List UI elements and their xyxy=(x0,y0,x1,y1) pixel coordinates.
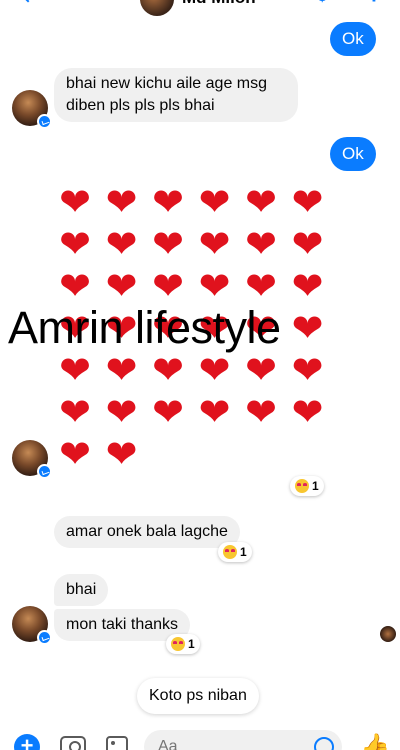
sender-avatar[interactable] xyxy=(12,90,52,129)
seen-indicator-avatar xyxy=(380,626,396,642)
reaction-count: 1 xyxy=(240,545,247,559)
sender-avatar[interactable] xyxy=(12,440,52,479)
watermark-text: Amrin lifestyle xyxy=(8,302,281,353)
contact-name[interactable]: Md Milon xyxy=(182,0,256,8)
contact-avatar[interactable] xyxy=(140,0,174,16)
heart-emoji-icon: ❤ xyxy=(198,180,231,224)
incoming-message-bubble[interactable]: bhai xyxy=(54,574,109,606)
quick-reply-suggestion[interactable]: Koto ps niban xyxy=(137,678,259,714)
heart-emoji-icon: ❤ xyxy=(105,222,138,266)
more-options-icon[interactable]: ⋮ xyxy=(366,0,382,6)
messenger-badge-icon xyxy=(37,114,52,129)
heart-emoji-icon: ❤ xyxy=(152,348,184,392)
incoming-message-bubble[interactable]: amar onek bala lagche xyxy=(54,516,240,548)
heart-emoji-icon: ❤ xyxy=(152,222,184,266)
heart-eyes-emoji-icon xyxy=(171,637,185,651)
messenger-badge-icon xyxy=(37,464,52,479)
heart-emoji-icon: ❤ xyxy=(105,390,138,434)
outgoing-message-bubble[interactable]: Ok xyxy=(330,137,376,171)
chat-header: Md Milon $ ⋮ xyxy=(0,0,400,16)
heart-emoji-icon: ❤ xyxy=(105,348,138,392)
heart-emoji-icon: ❤ xyxy=(105,180,138,224)
message-input-container[interactable] xyxy=(144,730,342,750)
reaction-count: 1 xyxy=(312,479,319,493)
call-icon[interactable]: $ xyxy=(318,0,326,5)
heart-emoji-icon: ❤ xyxy=(245,390,277,434)
heart-emoji-icon: ❤ xyxy=(291,348,324,392)
heart-emoji-icon: ❤ xyxy=(59,432,91,476)
heart-emoji-icon: ❤ xyxy=(291,390,324,434)
heart-emoji-icon: ❤ xyxy=(59,222,91,266)
heart-emoji-icon: ❤ xyxy=(245,348,277,392)
emoji-icon[interactable] xyxy=(314,737,334,750)
heart-emoji-icon: ❤ xyxy=(152,180,184,224)
messenger-badge-icon xyxy=(37,630,52,645)
heart-emoji-icon: ❤ xyxy=(291,180,324,224)
heart-emoji-icon: ❤ xyxy=(291,222,324,266)
message-reaction[interactable]: 1 xyxy=(218,542,252,562)
heart-emoji-icon: ❤ xyxy=(59,348,91,392)
sender-avatar[interactable] xyxy=(12,606,52,645)
message-input[interactable] xyxy=(158,738,298,750)
message-composer: + 👍 xyxy=(0,726,400,750)
message-reaction[interactable]: 1 xyxy=(166,634,200,654)
heart-eyes-emoji-icon xyxy=(223,545,237,559)
reaction-count: 1 xyxy=(188,637,195,651)
heart-emoji-icon: ❤ xyxy=(291,306,324,350)
heart-emoji-icon: ❤ xyxy=(198,222,231,266)
heart-emoji-icon: ❤ xyxy=(245,180,277,224)
thumbs-up-icon[interactable]: 👍 xyxy=(360,732,390,750)
heart-emoji-icon: ❤ xyxy=(152,390,184,434)
photo-gallery-icon[interactable] xyxy=(106,736,128,750)
outgoing-message-bubble[interactable]: Ok xyxy=(330,22,376,56)
heart-emoji-icon: ❤ xyxy=(59,180,91,224)
camera-icon[interactable] xyxy=(60,736,86,750)
heart-emoji-icon: ❤ xyxy=(245,222,277,266)
heart-emoji-icon: ❤ xyxy=(59,390,91,434)
message-reaction[interactable]: 1 xyxy=(290,476,324,496)
heart-emoji-icon: ❤ xyxy=(198,390,231,434)
heart-emoji-icon: ❤ xyxy=(105,432,138,476)
heart-emoji-icon: ❤ xyxy=(291,264,324,308)
heart-eyes-emoji-icon xyxy=(295,479,309,493)
heart-emoji-icon: ❤ xyxy=(198,348,231,392)
plus-icon[interactable]: + xyxy=(14,734,40,750)
back-chevron-icon[interactable] xyxy=(19,0,37,3)
incoming-message-bubble[interactable]: bhai new kichu aile age msg diben pls pl… xyxy=(54,68,298,122)
